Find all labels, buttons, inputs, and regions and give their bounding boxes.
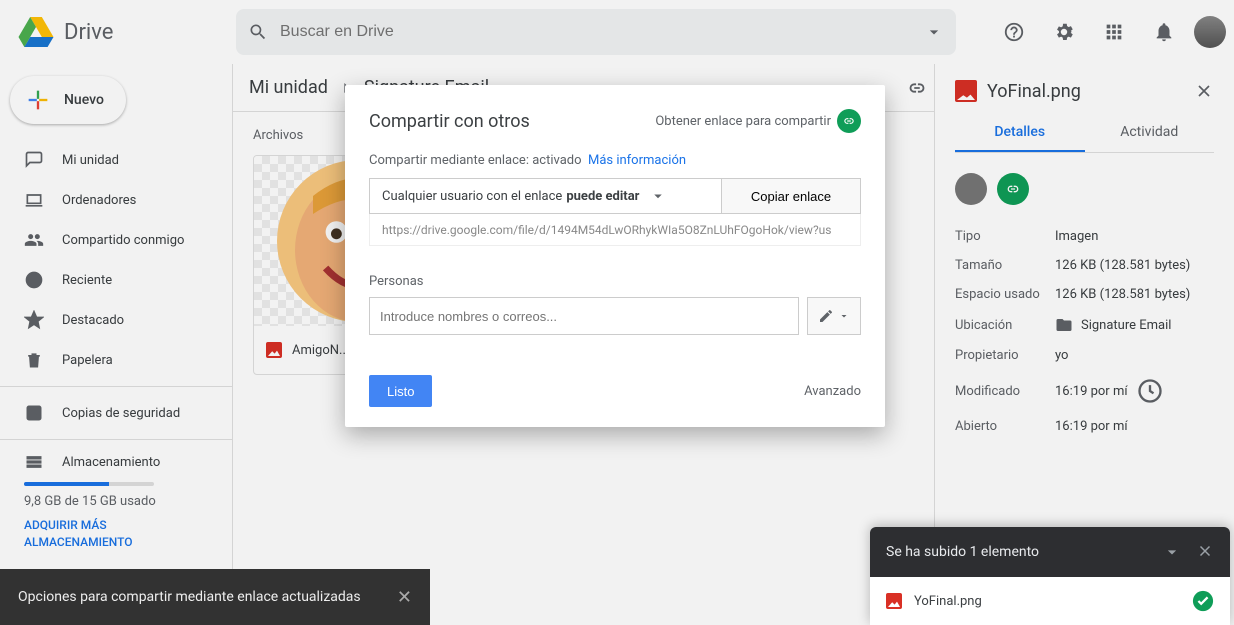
permission-dropdown[interactable]: Cualquier usuario con el enlace puede ed… xyxy=(369,178,721,214)
dialog-title: Compartir con otros xyxy=(369,111,655,132)
share-dialog: Compartir con otros Obtener enlace para … xyxy=(345,85,885,427)
toast-message: Opciones para compartir mediante enlace … xyxy=(18,589,361,605)
toast: Opciones para compartir mediante enlace … xyxy=(0,569,430,625)
get-shareable-link[interactable]: Obtener enlace para compartir xyxy=(655,109,861,133)
link-status-text: Compartir mediante enlace: activado xyxy=(369,153,582,168)
link-icon xyxy=(837,109,861,133)
more-info-link[interactable]: Más información xyxy=(588,153,686,168)
copy-link-button[interactable]: Copiar enlace xyxy=(721,178,861,214)
upload-row[interactable]: YoFinal.png xyxy=(870,577,1230,625)
toast-close-icon[interactable]: ✕ xyxy=(397,587,412,608)
people-input[interactable] xyxy=(369,297,799,335)
success-icon xyxy=(1192,590,1214,612)
upload-panel: Se ha subido 1 elemento YoFinal.png xyxy=(870,527,1230,625)
caret-down-icon xyxy=(838,310,850,322)
upload-filename: YoFinal.png xyxy=(914,594,982,609)
pencil-icon xyxy=(818,308,834,324)
share-url-box[interactable]: https://drive.google.com/file/d/1494M54d… xyxy=(369,214,861,246)
close-icon[interactable] xyxy=(1196,542,1214,560)
permission-picker[interactable] xyxy=(807,297,861,335)
people-label: Personas xyxy=(369,274,861,289)
advanced-link[interactable]: Avanzado xyxy=(804,384,861,399)
collapse-icon[interactable] xyxy=(1162,542,1182,562)
upload-header-text: Se ha subido 1 elemento xyxy=(886,544,1039,560)
done-button[interactable]: Listo xyxy=(369,375,432,407)
dropdown-caret-icon xyxy=(649,187,667,205)
image-file-icon xyxy=(886,593,902,609)
